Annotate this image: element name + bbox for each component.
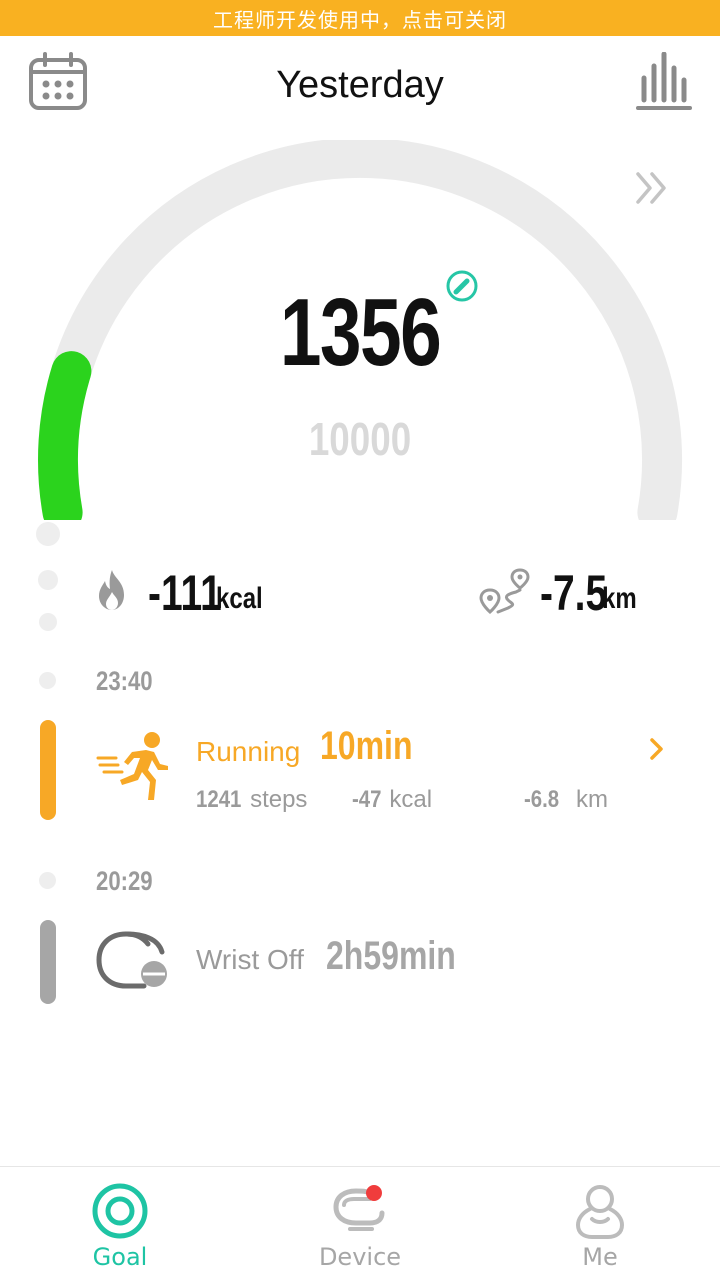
tab-device[interactable]: Device [240,1167,480,1280]
activity-steps: 1241 steps [196,786,307,814]
activity-item-running[interactable]: Running 10min 1241 steps -47 kcal -6.8 k… [0,718,720,822]
km-unit: km [576,786,609,813]
timeline-dot [39,672,56,689]
running-icon [96,732,168,800]
activity-duration: 10min [320,724,413,768]
chevron-right-icon[interactable] [646,734,668,764]
dev-mode-banner[interactable]: 工程师开发使用中，点击可关闭 [0,0,720,36]
activity-time: 23:40 [96,666,153,696]
tab-me[interactable]: Me [480,1167,720,1280]
steps-goal: 10000 [308,413,412,465]
steps-value: 1241 [196,786,242,813]
more-details-button[interactable] [634,170,670,206]
tab-goal[interactable]: Goal [0,1167,240,1280]
steps-count: 1356 [279,279,442,386]
tab-label: Goal [92,1243,148,1271]
gauge-progress [38,351,92,520]
daily-summary: -111 kcal -7.5 km [0,560,720,630]
calories-value: -111 [148,565,222,621]
edit-steps-button[interactable] [446,270,478,302]
user-icon [575,1185,625,1239]
wrist-off-icon [96,931,167,989]
flame-icon [99,570,124,610]
activity-duration: 2h59min [326,934,456,978]
target-icon [92,1183,148,1239]
distance-value: -7.5 [540,565,608,621]
statistics-button[interactable] [636,51,692,112]
bar-chart-icon [636,51,692,110]
header: Yesterday [0,36,720,136]
kcal-unit: kcal [389,786,433,813]
timeline-dot [39,872,56,889]
notification-badge [366,1185,382,1201]
activity-name: Running [196,736,301,767]
km-value: -6.8 [524,786,560,813]
activity-indicator [40,720,56,820]
steps-unit: steps [250,786,308,813]
tab-label: Me [582,1243,618,1271]
calories-unit: kcal [216,582,263,615]
activity-item-wrist-off[interactable]: Wrist Off 2h59min [0,918,720,1008]
page-title: Yesterday [276,64,444,106]
band-icon [333,1185,385,1231]
activity-time: 20:29 [96,866,153,896]
tab-label: Device [318,1243,402,1271]
double-chevron-right-icon [636,172,666,204]
kcal-value: -47 [352,786,382,813]
activity-indicator [40,920,56,1004]
pencil-icon [446,270,478,302]
activity-name: Wrist Off [196,944,304,975]
distance-unit: km [602,582,637,615]
activity-distance: -6.8 km [524,786,608,814]
timeline-dot [36,522,60,546]
activity-calories: -47 kcal [352,786,432,814]
route-icon [479,568,530,614]
bottom-tab-bar: Goal Device Me [0,1166,720,1280]
